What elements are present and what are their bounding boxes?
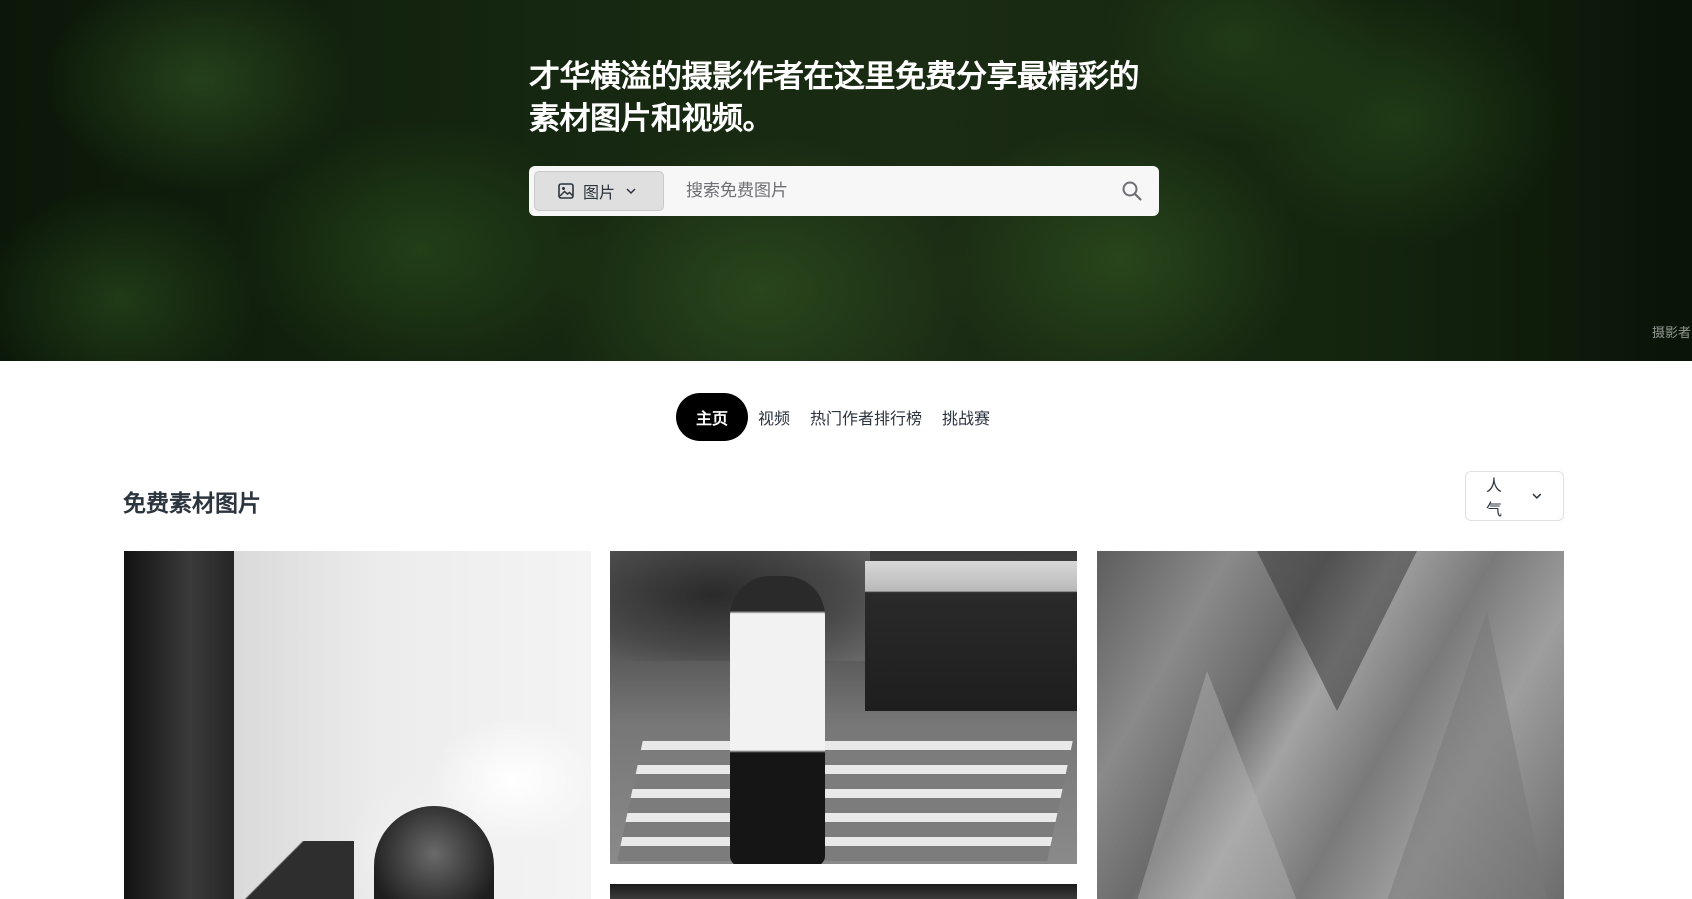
- photo-credit[interactable]: 摄影者: [1652, 322, 1692, 341]
- tab-home[interactable]: 主页: [676, 393, 749, 441]
- sort-label: 人气: [1486, 476, 1503, 519]
- hero-title: 才华横溢的摄影作者在这里免费分享最精彩的素材图片和视频。: [529, 59, 1140, 137]
- photo-detail: [617, 741, 1073, 861]
- photo-detail: [374, 806, 494, 899]
- search-icon: [1122, 181, 1142, 201]
- media-type-label: 图片: [583, 183, 616, 202]
- search-input[interactable]: [664, 171, 1110, 211]
- photo-detail: [1387, 611, 1547, 899]
- chevron-down-icon: [1532, 493, 1542, 499]
- media-type-select[interactable]: 图片: [534, 171, 664, 211]
- chevron-down-icon: [626, 188, 636, 195]
- gallery-photo[interactable]: [610, 551, 1077, 864]
- search-button[interactable]: [1110, 171, 1154, 211]
- main-tabs: 主页 视频 热门作者排行榜 挑战赛: [676, 393, 1000, 441]
- tab-videos[interactable]: 视频: [748, 393, 800, 441]
- gallery-photo[interactable]: [1097, 551, 1564, 899]
- section-title: 免费素材图片: [123, 491, 261, 517]
- hero-content: 才华横溢的摄影作者在这里免费分享最精彩的素材图片和视频。 图片: [529, 56, 1159, 216]
- hero-banner: 才华横溢的摄影作者在这里免费分享最精彩的素材图片和视频。 图片 搜索免费图片 摄…: [0, 0, 1692, 361]
- photo-detail: [194, 841, 354, 899]
- photo-detail: [730, 576, 825, 864]
- photo-detail: [1137, 671, 1297, 899]
- gallery-photo[interactable]: [124, 551, 591, 899]
- gallery-photo[interactable]: [610, 884, 1077, 899]
- search-bar: 图片: [529, 166, 1159, 216]
- photo-detail: [865, 561, 1077, 711]
- sort-select[interactable]: 人气: [1465, 471, 1564, 521]
- tab-challenges[interactable]: 挑战赛: [932, 393, 1000, 441]
- tab-leaderboard[interactable]: 热门作者排行榜: [800, 393, 932, 441]
- image-icon: [558, 183, 574, 199]
